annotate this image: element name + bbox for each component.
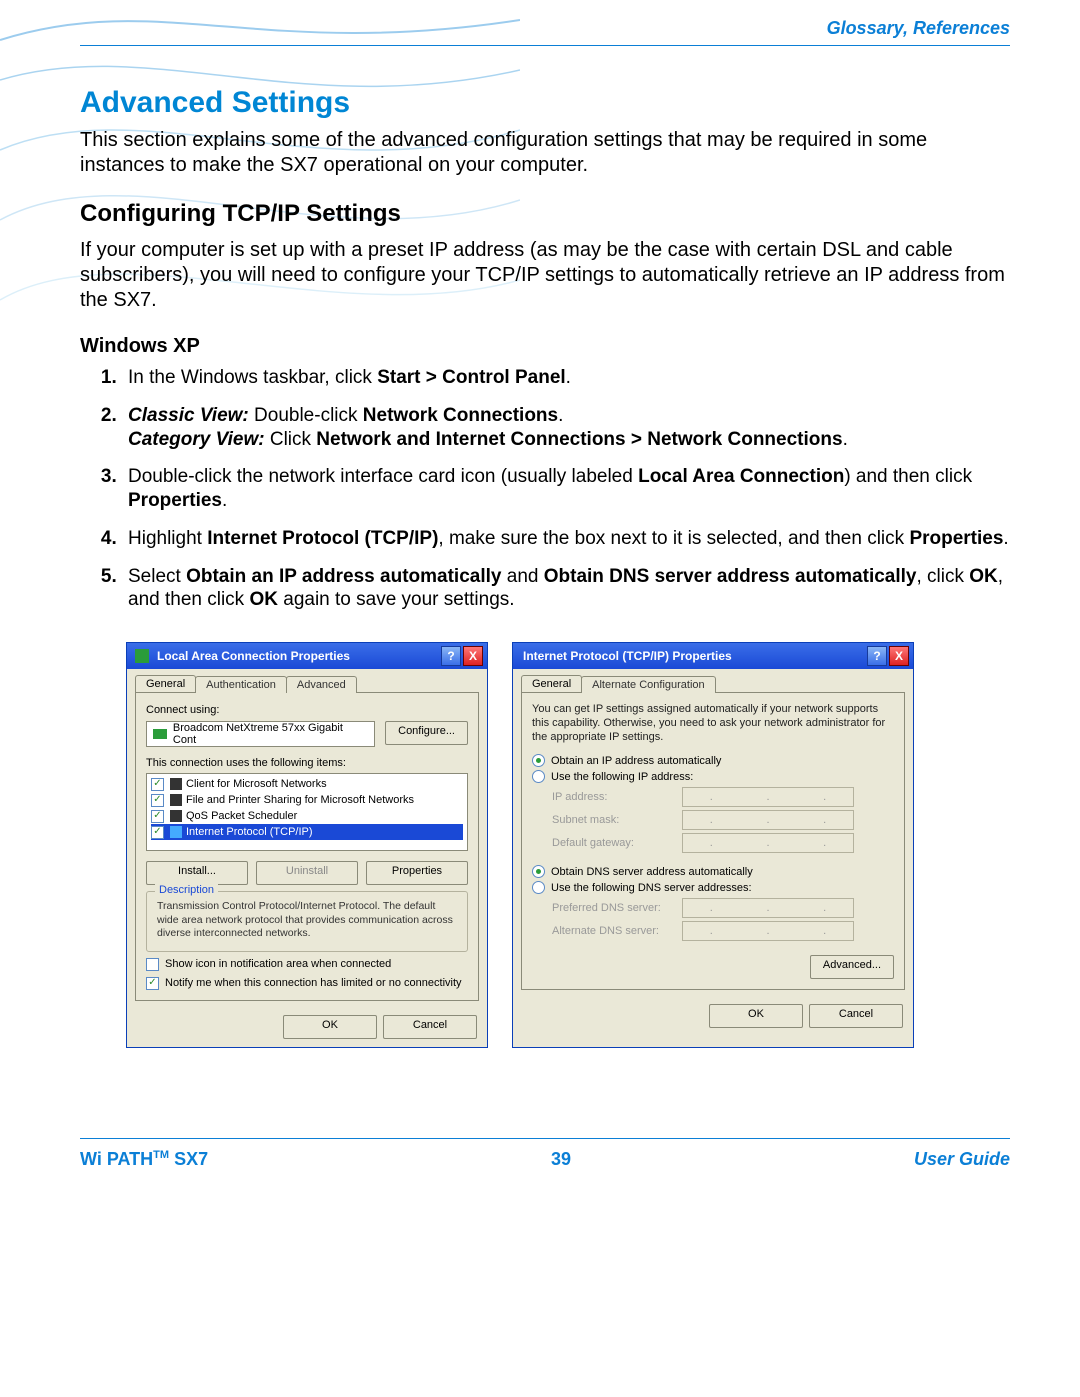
description-legend: Description	[155, 884, 218, 896]
advanced-button[interactable]: Advanced...	[810, 955, 894, 979]
adns-field: ...	[682, 921, 854, 941]
titlebar[interactable]: Internet Protocol (TCP/IP) Properties ? …	[513, 643, 913, 669]
dialog-title: Internet Protocol (TCP/IP) Properties	[517, 649, 865, 663]
tab-advanced[interactable]: Advanced	[286, 676, 357, 693]
step-3: Double-click the network interface card …	[122, 465, 1010, 513]
service-icon	[170, 826, 182, 838]
subnet-label: Subnet mask:	[552, 814, 682, 826]
service-icon	[170, 810, 182, 822]
option-auto-ip[interactable]: Obtain an IP address automatically	[532, 754, 894, 767]
steps-list: In the Windows taskbar, click Start > Co…	[80, 366, 1010, 612]
footer-page-number: 39	[208, 1149, 914, 1170]
subsection-winxp-title: Windows XP	[80, 335, 1010, 358]
list-item[interactable]: QoS Packet Scheduler	[151, 808, 463, 824]
items-listbox[interactable]: Client for Microsoft Networks File and P…	[146, 773, 468, 851]
service-icon	[170, 794, 182, 806]
section-tcpip-title: Configuring TCP/IP Settings	[80, 200, 1010, 228]
description-group: Description Transmission Control Protoco…	[146, 891, 468, 952]
close-button[interactable]: X	[889, 646, 909, 666]
checkbox-icon[interactable]	[151, 794, 164, 807]
page-title: Advanced Settings	[80, 86, 1010, 120]
intro-text: This section explains some of the advanc…	[80, 128, 1010, 178]
checkbox-icon[interactable]	[151, 810, 164, 823]
dns-fields: Preferred DNS server:... Alternate DNS s…	[552, 898, 894, 941]
checkbox-icon[interactable]	[146, 958, 159, 971]
help-button[interactable]: ?	[441, 646, 461, 666]
subnet-field: ...	[682, 810, 854, 830]
gateway-field: ...	[682, 833, 854, 853]
option-use-ip[interactable]: Use the following IP address:	[532, 770, 894, 783]
tcpip-intro-text: If your computer is set up with a preset…	[80, 238, 1010, 313]
close-button[interactable]: X	[463, 646, 483, 666]
footer-doc-title: User Guide	[914, 1149, 1010, 1170]
tab-general[interactable]: General	[135, 675, 196, 692]
footer-product: Wi PATHTM SX7	[80, 1149, 208, 1170]
dialog-tcpip-properties: Internet Protocol (TCP/IP) Properties ? …	[512, 642, 914, 1048]
titlebar[interactable]: Local Area Connection Properties ? X	[127, 643, 487, 669]
ok-button[interactable]: OK	[283, 1015, 377, 1039]
gateway-label: Default gateway:	[552, 837, 682, 849]
install-button[interactable]: Install...	[146, 861, 248, 885]
radio-icon[interactable]	[532, 865, 545, 878]
step-5: Select Obtain an IP address automaticall…	[122, 565, 1010, 613]
list-item-selected[interactable]: Internet Protocol (TCP/IP)	[151, 824, 463, 840]
notify-option[interactable]: Notify me when this connection has limit…	[146, 977, 468, 990]
properties-button[interactable]: Properties	[366, 861, 468, 885]
uses-items-label: This connection uses the following items…	[146, 757, 468, 769]
list-item[interactable]: Client for Microsoft Networks	[151, 776, 463, 792]
tab-authentication[interactable]: Authentication	[195, 676, 287, 693]
step-2: Classic View: Double-click Network Conne…	[122, 404, 1010, 452]
dialog-lan-properties: Local Area Connection Properties ? X Gen…	[126, 642, 488, 1048]
checkbox-icon[interactable]	[151, 826, 164, 839]
pdns-label: Preferred DNS server:	[552, 902, 682, 914]
help-button[interactable]: ?	[867, 646, 887, 666]
option-auto-dns[interactable]: Obtain DNS server address automatically	[532, 865, 894, 878]
list-item[interactable]: File and Printer Sharing for Microsoft N…	[151, 792, 463, 808]
step-1: In the Windows taskbar, click Start > Co…	[122, 366, 1010, 390]
service-icon	[170, 778, 182, 790]
page-footer: Wi PATHTM SX7 39 User Guide	[80, 1138, 1010, 1170]
checkbox-icon[interactable]	[146, 977, 159, 990]
radio-icon[interactable]	[532, 770, 545, 783]
ip-fields: IP address:... Subnet mask:... Default g…	[552, 787, 894, 853]
ip-address-field: ...	[682, 787, 854, 807]
network-icon	[135, 649, 149, 663]
radio-icon[interactable]	[532, 754, 545, 767]
configure-button[interactable]: Configure...	[385, 721, 468, 745]
pdns-field: ...	[682, 898, 854, 918]
uninstall-button[interactable]: Uninstall	[256, 861, 358, 885]
dialog-title: Local Area Connection Properties	[153, 649, 439, 663]
option-use-dns[interactable]: Use the following DNS server addresses:	[532, 881, 894, 894]
ip-address-label: IP address:	[552, 791, 682, 803]
nic-field[interactable]: Broadcom NetXtreme 57xx Gigabit Cont	[146, 721, 375, 747]
show-icon-option[interactable]: Show icon in notification area when conn…	[146, 958, 468, 971]
radio-icon[interactable]	[532, 881, 545, 894]
tab-altconfig[interactable]: Alternate Configuration	[581, 676, 716, 693]
nic-icon	[153, 729, 167, 739]
cancel-button[interactable]: Cancel	[809, 1004, 903, 1028]
description-text: Transmission Control Protocol/Internet P…	[155, 898, 459, 943]
header-rule	[80, 45, 1010, 46]
cancel-button[interactable]: Cancel	[383, 1015, 477, 1039]
adns-label: Alternate DNS server:	[552, 925, 682, 937]
checkbox-icon[interactable]	[151, 778, 164, 791]
tab-general[interactable]: General	[521, 675, 582, 692]
step-4: Highlight Internet Protocol (TCP/IP), ma…	[122, 527, 1010, 551]
connect-using-label: Connect using:	[146, 704, 468, 716]
info-text: You can get IP settings assigned automat…	[532, 703, 894, 744]
ok-button[interactable]: OK	[709, 1004, 803, 1028]
header-section-link[interactable]: Glossary, References	[80, 18, 1010, 39]
